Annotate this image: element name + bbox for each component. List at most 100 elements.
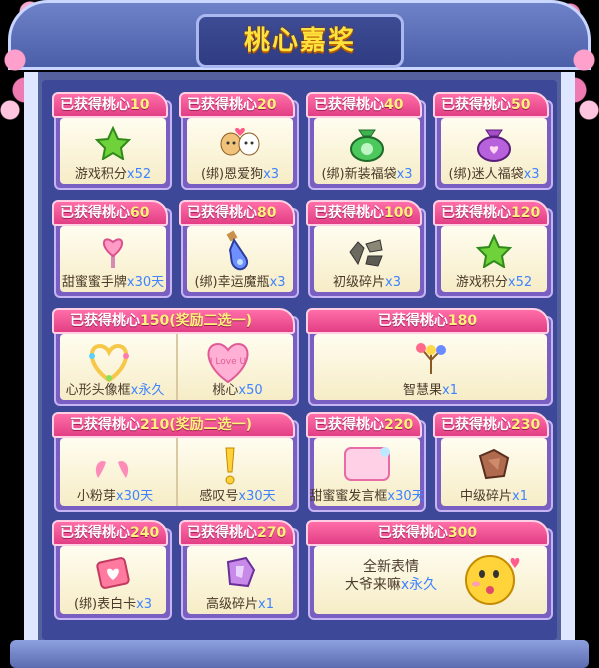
reward-label: (绑)迷人福袋x3 [435,163,553,182]
reward-card-120[interactable]: 已获得桃心120 游戏积分x52 [433,200,553,298]
header-prefix: 已获得桃心 [70,417,140,433]
reward-count: x3 [523,167,540,182]
required-hearts: 150 [140,313,170,329]
header-prefix: 已获得桃心 [441,97,511,113]
required-hearts: 300 [447,525,478,541]
green-star-icon [476,234,512,268]
reward-count: x1 [258,597,274,612]
reward-name: 高级碎片 [206,597,259,612]
heart-sign-icon [103,238,123,268]
reward-label: 甜蜜蜜手牌x30天 [54,271,172,290]
reward-card-300[interactable]: 已获得桃心300 全新表情 大爷来嘛x永久 [306,520,553,620]
reward-header: 已获得桃心40 [306,92,422,118]
reward-name: (绑)幸运魔瓶 [194,275,270,290]
pink-sprout-icon [95,460,129,478]
reward-label: 游戏积分x52 [435,271,553,290]
reward-header: 已获得桃心210(奖励二选一) [52,412,295,438]
reward-header: 已获得桃心60 [52,200,168,226]
reward-name: 初级碎片 [333,275,386,290]
reward-name: 中级碎片 [460,489,513,504]
reward-card-240[interactable]: 已获得桃心240 (绑)表白卡x3 [52,520,172,620]
stone-fragments-icon [349,239,383,267]
required-hearts: 220 [384,417,414,433]
reward-name: (绑)恩爱狗 [200,167,264,182]
required-hearts: 20 [257,97,277,113]
reward-label: 全新表情 大爷来嘛x永久 [326,558,456,594]
copper-fragment-icon [478,448,510,480]
reward-card-100[interactable]: 已获得桃心100 初级碎片x3 [306,200,426,298]
reward-name: 智慧果 [403,383,443,398]
header-prefix: 已获得桃心 [70,313,140,329]
choice-note: (奖励二选一) [169,417,253,433]
reward-header: 已获得桃心220 [306,412,422,438]
header-prefix: 已获得桃心 [187,97,257,113]
reward-label: (绑)幸运魔瓶x3 [181,271,299,290]
reward-label: 小粉芽x30天 [54,485,176,504]
reward-card-40[interactable]: 已获得桃心40 (绑)新装福袋x3 [306,92,426,190]
header-prefix: 已获得桃心 [60,205,130,221]
green-star-icon [95,126,131,160]
reward-header: 已获得桃心300 [306,520,549,546]
reward-name: (绑)表白卡 [73,597,137,612]
window-base [10,640,589,668]
reward-card-60[interactable]: 已获得桃心60 甜蜜蜜手牌x30天 [52,200,172,298]
header-prefix: 已获得桃心 [60,97,130,113]
reward-count: x30天 [115,489,154,504]
heart-text: I Love U [210,357,246,367]
reward-count: x3 [385,275,401,290]
reward-count: x3 [269,275,286,290]
header-prefix: 已获得桃心 [187,205,257,221]
reward-card-270[interactable]: 已获得桃心270 高级碎片x1 [179,520,299,620]
reward-name: (绑)迷人福袋 [448,167,524,182]
heart-avatar-frame-icon [89,343,129,383]
required-hearts: 50 [511,97,531,113]
reward-count: x52 [507,275,533,290]
reward-name-line1: 全新表情 [363,559,419,575]
reward-name: 游戏积分 [455,275,508,290]
reward-count: x3 [396,167,413,182]
love-card-icon [96,557,130,589]
required-hearts: 270 [257,525,287,541]
reward-card-20[interactable]: 已获得桃心20 (绑)恩爱狗x3 [179,92,299,190]
wisdom-fruit-icon [415,343,446,374]
reward-header: 已获得桃心120 [433,200,549,226]
reward-count: x3 [136,597,153,612]
reward-count: x30天 [387,489,425,504]
reward-name: 小粉芽 [76,489,116,504]
choice-note: (奖励二选一) [169,313,253,329]
reward-card-210[interactable]: 已获得桃心210(奖励二选一) 小粉芽x30天 感叹号x30天 [52,412,299,512]
reward-header: 已获得桃心180 [306,308,549,334]
reward-header: 已获得桃心50 [433,92,549,118]
header-prefix: 已获得桃心 [314,417,384,433]
reward-count: x3 [263,167,280,182]
required-hearts: 120 [511,205,541,221]
reward-name: 心形头像框 [65,383,131,398]
reward-label: 感叹号x30天 [176,485,299,504]
magic-bottle-icon [226,230,248,271]
reward-label: (绑)新装福袋x3 [308,163,426,182]
reward-label: 甜蜜蜜发言框x30天 [296,485,438,504]
reward-card-220[interactable]: 已获得桃心220 甜蜜蜜发言框x30天 [306,412,426,512]
required-hearts: 80 [257,205,277,221]
reward-name: 桃心 [212,383,239,398]
reward-card-80[interactable]: 已获得桃心80 (绑)幸运魔瓶x3 [179,200,299,298]
exclamation-mark-icon [225,447,235,485]
reward-card-230[interactable]: 已获得桃心230 中级碎片x1 [433,412,553,512]
reward-card-50[interactable]: 已获得桃心50 (绑)迷人福袋x3 [433,92,553,190]
reward-name: 游戏积分 [74,167,127,182]
reward-card-180[interactable]: 已获得桃心180 智慧果x1 [306,308,553,406]
reward-count: x30天 [238,489,276,504]
reward-label: 心形头像框x永久 [54,379,176,398]
reward-count: x1 [442,383,458,398]
reward-count: x50 [238,383,263,398]
reward-window: 桃心嘉奖 已获得桃心10 游戏积分x52 已获得桃心20 (绑)恩爱狗x3 已获… [0,0,599,668]
peach-heart-icon: I Love U [207,342,249,384]
reward-card-150[interactable]: 已获得桃心150(奖励二选一) 心形头像框x永久 I Love U 桃心x50 [52,308,299,406]
couple-dogs-icon [220,127,260,156]
reward-label: 游戏积分x52 [54,163,172,182]
required-hearts: 230 [511,417,541,433]
reward-count: x永久 [130,383,165,398]
green-lucky-bag-icon [350,129,384,162]
reward-card-10[interactable]: 已获得桃心10 游戏积分x52 [52,92,172,190]
reward-header: 已获得桃心100 [306,200,422,226]
